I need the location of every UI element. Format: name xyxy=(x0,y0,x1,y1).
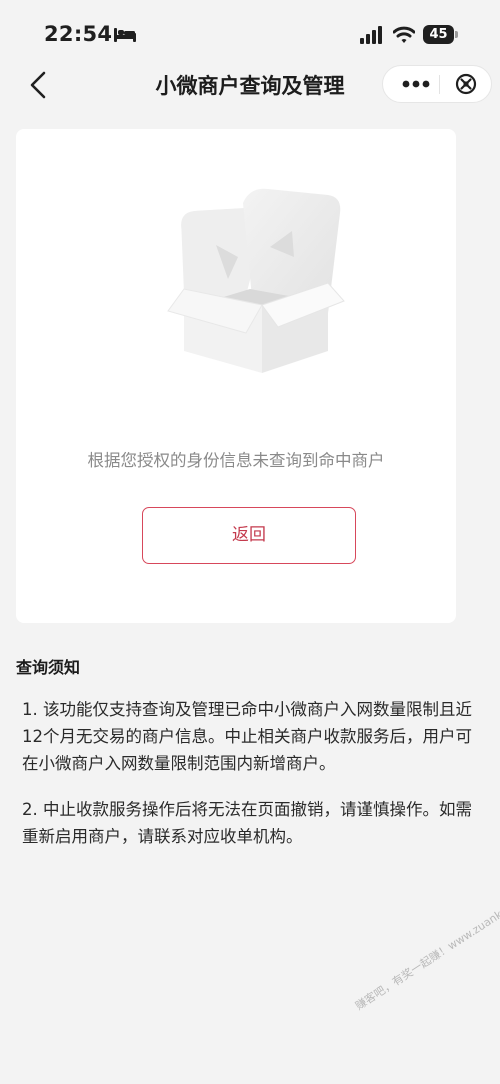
notice-item: 1. 该功能仅支持查询及管理已命中小微商户入网数量限制且近12个月无交易的商户信… xyxy=(22,700,472,773)
mini-program-capsule xyxy=(382,65,492,103)
battery-nub xyxy=(455,31,458,38)
nav-bar: 小微商户查询及管理 xyxy=(0,60,500,110)
empty-box-icon xyxy=(167,188,345,373)
notice-title: 查询须知 xyxy=(16,658,81,677)
empty-state-card: 根据您授权的身份信息未查询到命中商户 返回 xyxy=(16,129,456,623)
watermark: 赚客吧，有奖一起赚！www.zuanke8.com xyxy=(353,885,500,1013)
return-button[interactable]: 返回 xyxy=(142,507,356,564)
more-dots-icon[interactable] xyxy=(393,66,439,102)
status-bar: 22:54 45 xyxy=(0,0,500,68)
sleep-bed-icon xyxy=(114,28,136,42)
empty-message: 根据您授权的身份信息未查询到命中商户 xyxy=(87,451,385,470)
status-time: 22:54 xyxy=(44,22,113,46)
close-circle-icon[interactable] xyxy=(447,66,489,102)
battery-indicator: 45 xyxy=(423,25,459,45)
battery-level: 45 xyxy=(423,25,454,44)
notice-item: 2. 中止收款服务操作后将无法在页面撤销，请谨慎操作。如需重新启用商户，请联系对… xyxy=(22,800,472,846)
capsule-divider xyxy=(439,75,440,94)
wifi-icon xyxy=(393,26,415,43)
cellular-signal-icon xyxy=(360,26,382,44)
